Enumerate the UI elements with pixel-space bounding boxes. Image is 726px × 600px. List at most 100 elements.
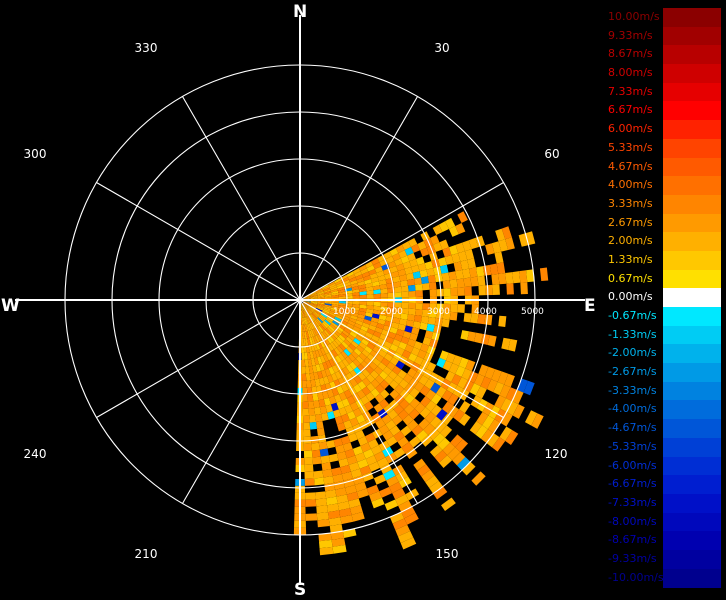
- echo-cell: [304, 464, 314, 472]
- colorbar-entry: 0.00m/s: [606, 288, 724, 308]
- echo-cell: [470, 276, 479, 287]
- echo-cell: [420, 276, 429, 284]
- colorbar-label: 2.67m/s: [608, 215, 653, 229]
- colorbar-swatch: [663, 419, 721, 439]
- echo-cell: [352, 301, 360, 305]
- echo-cell: [498, 315, 507, 328]
- echo-cell: [319, 546, 334, 556]
- echo-cell: [317, 519, 330, 528]
- colorbar-entry: -6.67m/s: [606, 475, 724, 495]
- echo-cell: [319, 448, 329, 457]
- echo-cell: [308, 401, 315, 409]
- echo-cell: [316, 505, 328, 514]
- colorbar-swatch: [663, 8, 721, 27]
- echo-cell: [492, 284, 500, 295]
- echo-cell: [303, 415, 310, 423]
- colorbar-entry: 7.33m/s: [606, 82, 724, 102]
- echo-cell: [303, 429, 311, 437]
- echo-cell: [302, 408, 310, 416]
- echo-cell: [520, 282, 528, 295]
- echo-cell: [457, 287, 465, 296]
- colorbar-label: -9.33m/s: [608, 551, 657, 565]
- echo-cell: [441, 272, 450, 282]
- colorbar-swatch: [663, 232, 721, 252]
- echo-cell: [494, 251, 504, 264]
- echo-cell: [427, 316, 436, 325]
- echo-cell: [301, 373, 307, 381]
- colorbar-entry: -2.67m/s: [606, 363, 724, 383]
- echo-cell: [302, 380, 307, 388]
- colorbar-label: -6.00m/s: [608, 458, 657, 472]
- colorbar-swatch: [663, 512, 721, 532]
- colorbar-label: -4.00m/s: [608, 402, 657, 416]
- colorbar-entry: -4.67m/s: [606, 419, 724, 439]
- colorbar-entry: -1.33m/s: [606, 325, 724, 345]
- colorbar-swatch: [663, 549, 721, 569]
- echo-cell: [415, 290, 423, 297]
- echo-cell: [498, 272, 507, 285]
- echo-cell: [328, 453, 339, 463]
- echo-cell: [420, 316, 429, 324]
- echo-cell: [302, 394, 309, 402]
- echo-cell: [318, 539, 333, 549]
- colorbar-entry: 8.00m/s: [606, 64, 724, 84]
- colorbar-swatch: [663, 307, 721, 326]
- colorbar-entry: -7.33m/s: [606, 493, 724, 513]
- echo-cell: [316, 512, 329, 521]
- echo-cell: [309, 415, 317, 423]
- colorbar-swatch: [663, 400, 721, 420]
- echo-cell: [462, 268, 471, 279]
- echo-cell: [519, 270, 528, 283]
- echo-cell: [478, 285, 486, 296]
- colorbar-swatch: [663, 531, 721, 551]
- colorbar-label: 8.00m/s: [608, 66, 653, 80]
- echo-cell: [380, 293, 388, 298]
- colorbar-entry: 9.33m/s: [606, 26, 724, 46]
- echo-cell: [449, 279, 458, 289]
- colorbar-entry: -8.00m/s: [606, 512, 724, 532]
- colorbar-entry: 4.67m/s: [606, 157, 724, 177]
- echo-cell: [442, 280, 451, 289]
- echo-cell: [301, 352, 305, 360]
- echo-cell: [318, 441, 328, 450]
- colorbar-entry: -10.00m/s: [606, 568, 724, 588]
- echo-cell: [304, 471, 315, 479]
- colorbar-label: 1.33m/s: [608, 252, 653, 266]
- echo-cell: [428, 282, 437, 290]
- echo-cell: [394, 291, 402, 298]
- colorbar-label: -3.33m/s: [608, 383, 657, 397]
- colorbar-swatch: [663, 120, 721, 140]
- echo-cell: [408, 290, 416, 298]
- range-label: 4000: [474, 307, 497, 317]
- colorbar-swatch: [663, 157, 721, 177]
- echo-cell: [408, 302, 416, 310]
- echo-cell: [359, 301, 367, 306]
- colorbar-entry: -0.67m/s: [606, 307, 724, 326]
- echo-cell: [443, 288, 451, 297]
- echo-cell: [419, 322, 428, 331]
- colorbar-swatch: [663, 269, 721, 289]
- colorbar-entry: -2.00m/s: [606, 344, 724, 364]
- colorbar-label: -8.67m/s: [608, 533, 657, 547]
- compass-east: E: [584, 296, 596, 316]
- echo-cell: [415, 283, 423, 291]
- colorbar-swatch: [663, 82, 721, 102]
- echo-cell: [301, 366, 306, 374]
- echo-cell: [316, 427, 325, 436]
- colorbar-swatch: [663, 493, 721, 513]
- echo-cell: [441, 497, 456, 511]
- colorbar-label: 8.67m/s: [608, 47, 653, 61]
- range-label: 2000: [380, 307, 403, 317]
- colorbar-swatch: [663, 363, 721, 383]
- echo-cell: [456, 278, 465, 288]
- echo-cell: [315, 498, 328, 507]
- echo-cell: [373, 301, 381, 307]
- colorbar-label: 6.67m/s: [608, 103, 653, 117]
- echo-cell: [307, 394, 314, 402]
- colorbar-label: -2.00m/s: [608, 346, 657, 360]
- echo-cell: [309, 421, 317, 430]
- echo-cell: [303, 443, 312, 451]
- colorbar-entry: -9.33m/s: [606, 549, 724, 569]
- radar-plot: 1000 2000 3000 4000 5000: [15, 15, 585, 585]
- echo-cell: [311, 442, 320, 451]
